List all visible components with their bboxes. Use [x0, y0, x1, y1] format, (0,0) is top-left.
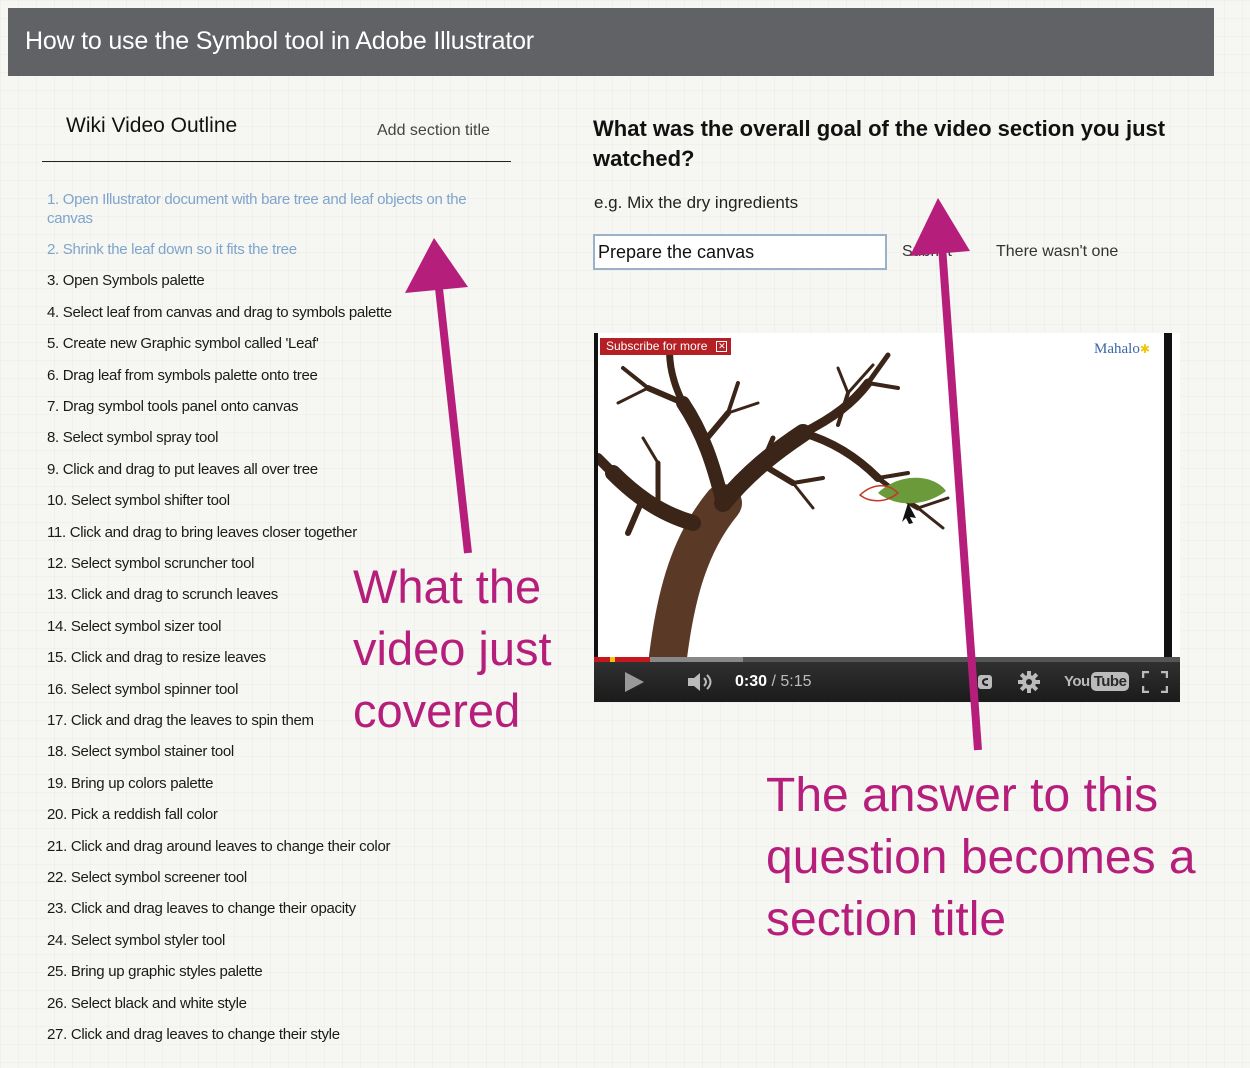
page-header: How to use the Symbol tool in Adobe Illu…	[8, 8, 1214, 76]
outline-item[interactable]: 25. Bring up graphic styles palette	[47, 962, 497, 981]
outline-item[interactable]: 27. Click and drag leaves to change thei…	[47, 1025, 497, 1044]
video-border-right	[1164, 333, 1172, 657]
outline-item[interactable]: 8. Select symbol spray tool	[47, 428, 497, 447]
video-controls: 0:30 / 5:15 You Tube	[594, 662, 1180, 702]
outline-item[interactable]: 2. Shrink the leaf down so it fits the t…	[47, 240, 497, 259]
outline-item[interactable]: 6. Drag leaf from symbols palette onto t…	[47, 366, 497, 385]
captions-icon	[978, 675, 992, 689]
star-icon: ✱	[1139, 342, 1150, 356]
youtube-you: You	[1064, 673, 1090, 690]
video-frame[interactable]: Subscribe for more ✕ Mahalo✱	[594, 333, 1172, 657]
outline-item[interactable]: 18. Select symbol stainer tool	[47, 742, 497, 761]
outline-divider	[42, 161, 511, 162]
fullscreen-button[interactable]	[1137, 662, 1173, 702]
example-hint: e.g. Mix the dry ingredients	[594, 193, 799, 212]
annotation-video-covered: What the video just covered	[353, 560, 552, 737]
settings-gear-icon	[1018, 671, 1040, 693]
play-icon	[625, 672, 644, 692]
outline-item[interactable]: 19. Bring up colors palette	[47, 774, 497, 793]
outline-item[interactable]: 7. Drag symbol tools panel onto canvas	[47, 397, 497, 416]
outline-item[interactable]: 9. Click and drag to put leaves all over…	[47, 460, 497, 479]
leaf-graphic	[858, 477, 946, 524]
mahalo-logo: Mahalo✱	[1094, 341, 1150, 358]
video-border-left	[594, 333, 598, 657]
outline-item[interactable]: 10. Select symbol shifter tool	[47, 491, 497, 510]
outline-item[interactable]: 3. Open Symbols palette	[47, 271, 497, 290]
goal-question: What was the overall goal of the video s…	[593, 116, 1166, 171]
fullscreen-icon	[1142, 671, 1168, 693]
page-title: How to use the Symbol tool in Adobe Illu…	[25, 27, 534, 55]
mahalo-label: Mahalo	[1094, 341, 1140, 357]
annotation-section-title: The answer to this question becomes a se…	[766, 769, 1196, 946]
youtube-logo[interactable]: You Tube	[1064, 672, 1130, 691]
outline-item[interactable]: 26. Select black and white style	[47, 994, 497, 1013]
outline-item[interactable]: 21. Click and drag around leaves to chan…	[47, 837, 497, 856]
tree-illustration	[598, 339, 950, 657]
subscribe-label: Subscribe for more	[606, 339, 708, 353]
outline-item[interactable]: 23. Click and drag leaves to change thei…	[47, 899, 497, 918]
close-icon[interactable]: ✕	[716, 341, 728, 352]
outline-item[interactable]: 24. Select symbol styler tool	[47, 931, 497, 950]
outline-title: Wiki Video Outline	[66, 114, 238, 137]
outline-item[interactable]: 22. Select symbol screener tool	[47, 868, 497, 887]
duration: / 5:15	[771, 673, 812, 690]
submit-button[interactable]: Submit	[902, 243, 952, 261]
outline-item[interactable]: 11. Click and drag to bring leaves close…	[47, 523, 497, 542]
volume-icon	[688, 673, 712, 691]
volume-button[interactable]	[684, 662, 718, 702]
subscribe-button[interactable]: Subscribe for more ✕	[600, 338, 732, 355]
add-section-title-link[interactable]: Add section title	[377, 122, 490, 140]
current-time: 0:30	[735, 673, 768, 690]
settings-button[interactable]	[1014, 662, 1044, 702]
play-button[interactable]	[616, 662, 652, 702]
there-wasnt-one-button[interactable]: There wasn't one	[996, 243, 1118, 261]
time-display: 0:30 / 5:15	[735, 673, 812, 691]
outline-item[interactable]: 1. Open Illustrator document with bare t…	[47, 190, 497, 228]
youtube-tube: Tube	[1090, 672, 1130, 691]
video-player[interactable]: Subscribe for more ✕ Mahalo✱ 0:30 / 5:15	[594, 333, 1180, 702]
outline-item[interactable]: 5. Create new Graphic symbol called 'Lea…	[47, 334, 497, 353]
outline-item[interactable]: 20. Pick a reddish fall color	[47, 805, 497, 824]
section-title-input[interactable]	[593, 234, 887, 270]
outline-item[interactable]: 4. Select leaf from canvas and drag to s…	[47, 303, 497, 322]
captions-button[interactable]	[972, 662, 998, 702]
